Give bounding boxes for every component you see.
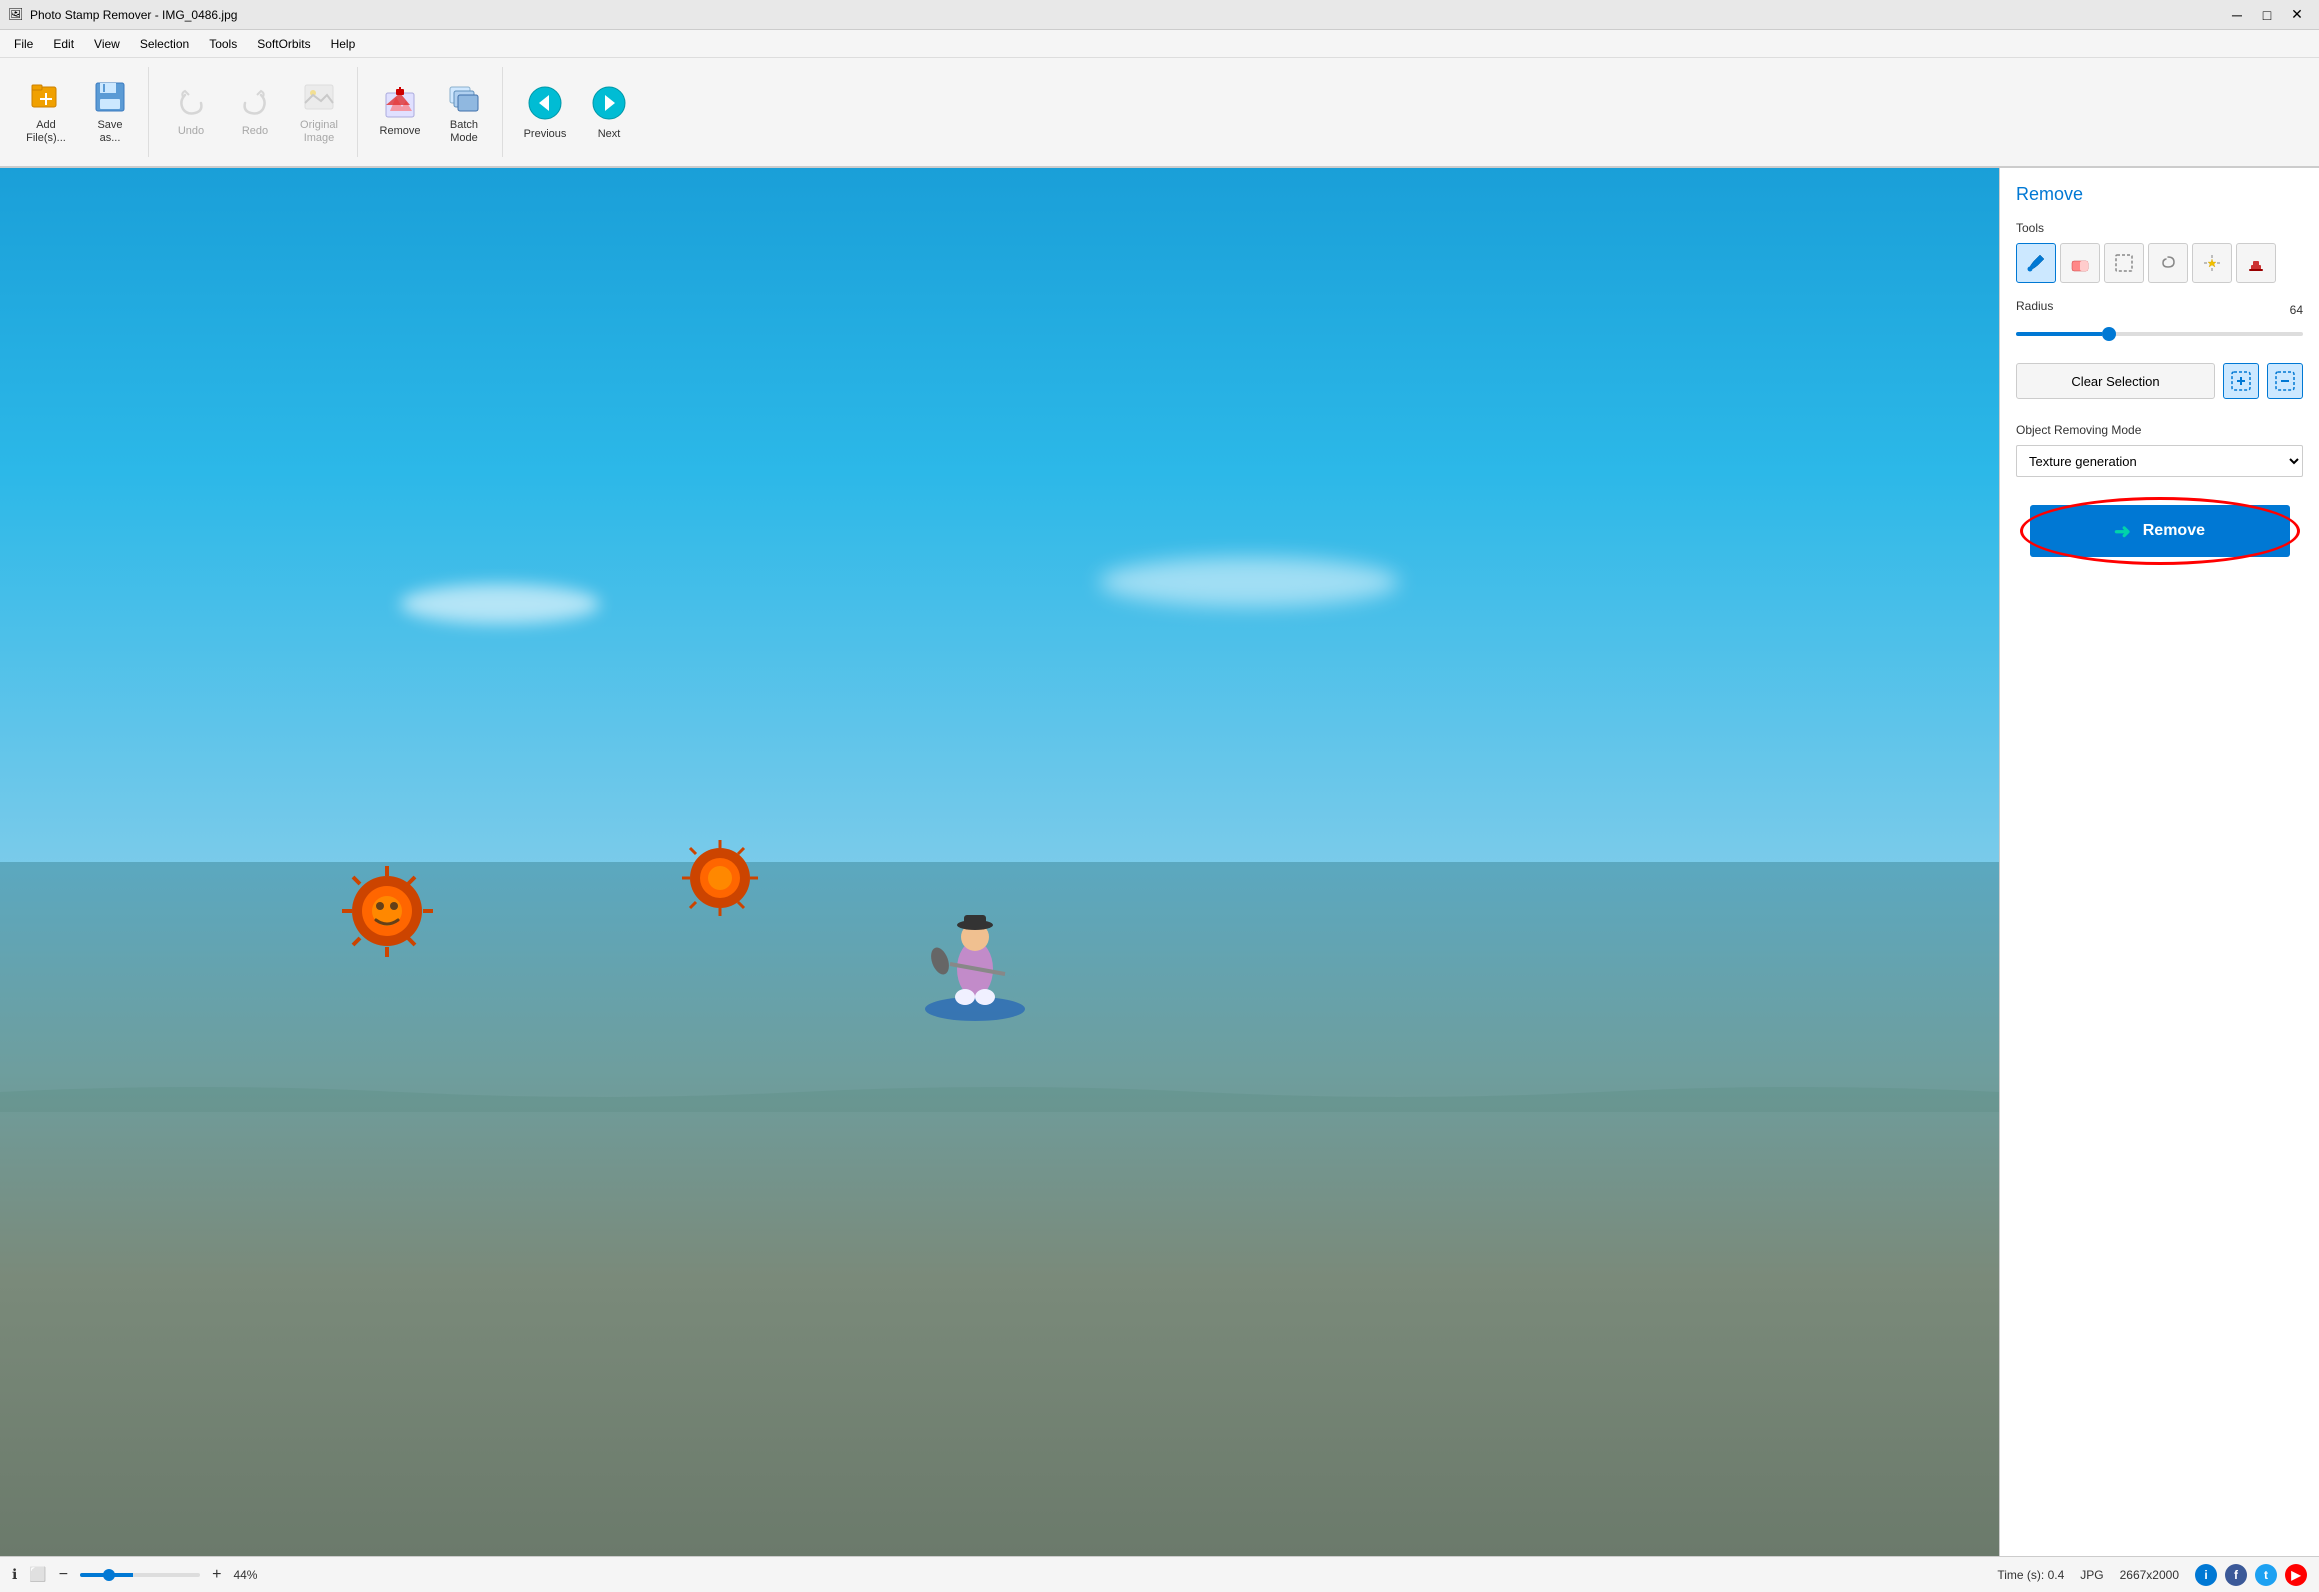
zoom-plus[interactable]: + (212, 1566, 221, 1584)
save-as-icon (92, 79, 128, 115)
canvas-area[interactable] (0, 168, 1999, 1556)
remove-button-label: Remove (2143, 522, 2205, 540)
zoom-slider-container (80, 1573, 200, 1577)
undo-label: Undo (178, 125, 204, 138)
format-label: JPG (2080, 1568, 2103, 1582)
waterline (0, 1072, 1999, 1112)
info-social-icon[interactable]: i (2195, 1564, 2217, 1586)
batch-mode-button[interactable]: BatchMode (434, 72, 494, 152)
next-icon (591, 85, 627, 124)
object-removing-mode-select[interactable]: Texture generation Smart fill Edge fill (2016, 445, 2303, 477)
main-area: Remove Tools Radius 64 (0, 168, 2319, 1556)
radius-row: Radius 64 (2016, 299, 2303, 321)
remove-arrow-icon: ➜ (2114, 519, 2131, 544)
menu-selection[interactable]: Selection (130, 33, 199, 55)
clear-selection-button[interactable]: Clear Selection (2016, 363, 2215, 399)
title-bar: 🖼 Photo Stamp Remover - IMG_0486.jpg ─ □… (0, 0, 2319, 30)
batch-mode-label: BatchMode (450, 119, 478, 145)
toolbar-group-remove: Remove BatchMode (362, 67, 503, 157)
previous-icon (527, 85, 563, 124)
sky (0, 168, 1999, 931)
dimensions-label: 2667x2000 (2120, 1568, 2179, 1582)
previous-label: Previous (524, 128, 567, 140)
menu-bar: File Edit View Selection Tools SoftOrbit… (0, 30, 2319, 58)
social-icons: i f t ▶ (2195, 1564, 2307, 1586)
object-removing-mode-label: Object Removing Mode (2016, 423, 2303, 437)
remove-action-button[interactable]: ➜ Remove (2030, 505, 2290, 557)
panel-title: Remove (2016, 184, 2303, 205)
close-button[interactable]: ✕ (2283, 4, 2311, 26)
original-image-button[interactable]: OriginalImage (289, 72, 349, 152)
selection-mode-btn1[interactable] (2223, 363, 2259, 399)
selection-icon: ⬜ (29, 1566, 46, 1583)
toolbar-group-files: AddFile(s)... Saveas... (8, 67, 149, 157)
toolbar-group-edit: Undo Redo OriginalImage (153, 67, 358, 157)
decoration1 (340, 864, 435, 959)
facebook-icon[interactable]: f (2225, 1564, 2247, 1586)
minimize-button[interactable]: ─ (2223, 4, 2251, 26)
twitter-icon[interactable]: t (2255, 1564, 2277, 1586)
zoom-minus[interactable]: − (59, 1566, 68, 1584)
toolbar: AddFile(s)... Saveas... Undo (0, 58, 2319, 168)
remove-toolbar-label: Remove (380, 125, 421, 138)
title-bar-controls: ─ □ ✕ (2223, 4, 2311, 26)
time-label: Time (s): 0.4 (1997, 1568, 2064, 1582)
tools-label: Tools (2016, 221, 2303, 235)
menu-softorbits[interactable]: SoftOrbits (247, 33, 320, 55)
zoom-slider[interactable] (80, 1573, 200, 1577)
undo-icon (173, 85, 209, 121)
menu-view[interactable]: View (84, 33, 130, 55)
right-panel: Remove Tools Radius 64 (1999, 168, 2319, 1556)
redo-icon (237, 85, 273, 121)
tools-row (2016, 243, 2303, 283)
status-right: Time (s): 0.4 JPG 2667x2000 i f t ▶ (1997, 1564, 2307, 1586)
title-bar-text: Photo Stamp Remover - IMG_0486.jpg (30, 8, 2223, 22)
rect-select-tool-button[interactable] (2104, 243, 2144, 283)
youtube-icon[interactable]: ▶ (2285, 1564, 2307, 1586)
radius-label: Radius (2016, 299, 2053, 313)
next-button[interactable]: Next (579, 72, 639, 152)
decoration2 (680, 838, 760, 918)
remove-button-container: ➜ Remove (2016, 505, 2303, 557)
brush-tool-button[interactable] (2016, 243, 2056, 283)
radius-slider-container (2016, 325, 2303, 339)
save-as-label: Saveas... (97, 119, 122, 145)
maximize-button[interactable]: □ (2253, 4, 2281, 26)
original-image-label: OriginalImage (300, 119, 338, 145)
lasso-tool-button[interactable] (2148, 243, 2188, 283)
cloud2 (1099, 557, 1399, 607)
add-files-button[interactable]: AddFile(s)... (16, 72, 76, 152)
magic-wand-tool-button[interactable] (2192, 243, 2232, 283)
stamp-tool-button[interactable] (2236, 243, 2276, 283)
zoom-level: 44% (233, 1568, 257, 1582)
status-left: ℹ ⬜ − + 44% (12, 1566, 1981, 1584)
eraser-tool-button[interactable] (2060, 243, 2100, 283)
photo-scene (0, 168, 1999, 1556)
app-icon: 🖼 (8, 7, 24, 23)
redo-button[interactable]: Redo (225, 72, 285, 152)
person-kayak (920, 879, 1040, 1029)
remove-toolbar-button[interactable]: Remove (370, 72, 430, 152)
info-icon: ℹ (12, 1566, 17, 1583)
batch-mode-icon (446, 79, 482, 115)
status-bar: ℹ ⬜ − + 44% Time (s): 0.4 JPG 2667x2000 … (0, 1556, 2319, 1592)
next-label: Next (598, 128, 621, 140)
clear-selection-row: Clear Selection (2016, 363, 2303, 399)
menu-file[interactable]: File (4, 33, 43, 55)
remove-toolbar-icon (382, 85, 418, 121)
add-files-icon (28, 79, 64, 115)
menu-tools[interactable]: Tools (199, 33, 247, 55)
previous-button[interactable]: Previous (515, 72, 575, 152)
undo-button[interactable]: Undo (161, 72, 221, 152)
menu-edit[interactable]: Edit (43, 33, 84, 55)
menu-help[interactable]: Help (321, 33, 366, 55)
redo-label: Redo (242, 125, 268, 138)
toolbar-group-nav: Previous Next (507, 67, 647, 157)
add-files-label: AddFile(s)... (26, 119, 66, 145)
original-image-icon (301, 79, 337, 115)
radius-slider[interactable] (2016, 332, 2303, 336)
save-as-button[interactable]: Saveas... (80, 72, 140, 152)
selection-mode-btn2[interactable] (2267, 363, 2303, 399)
radius-value: 64 (2290, 303, 2303, 317)
